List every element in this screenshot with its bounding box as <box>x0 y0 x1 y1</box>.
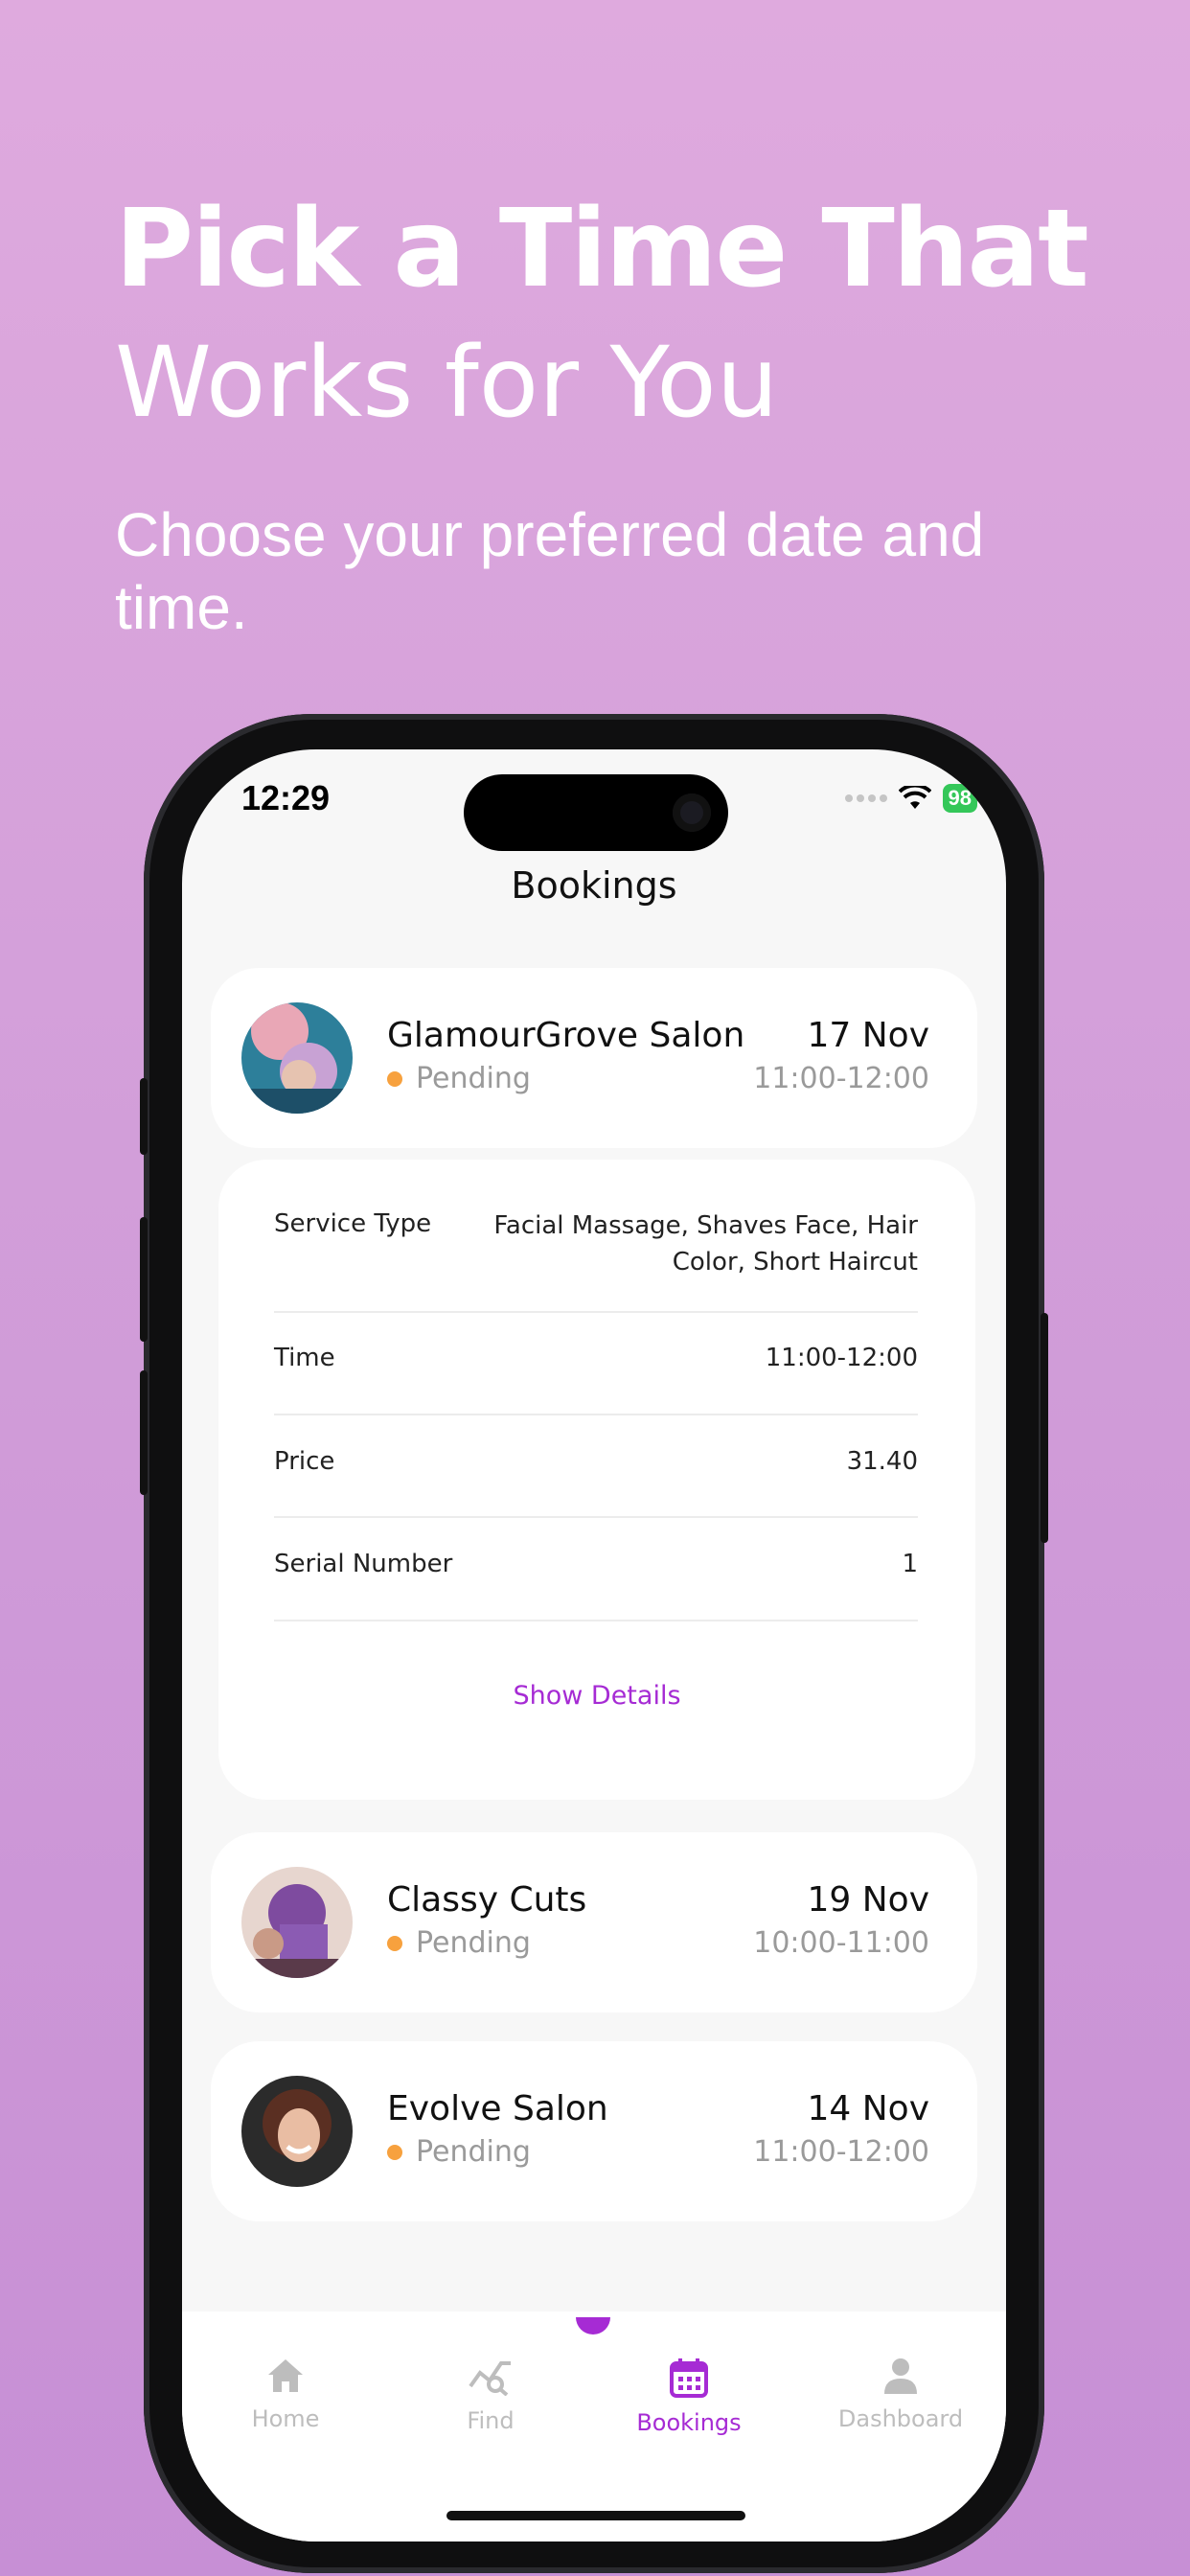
tab-label: Bookings <box>636 2409 742 2436</box>
status-label: Pending <box>416 2135 531 2169</box>
dynamic-island <box>464 774 728 851</box>
tab-label: Find <box>467 2407 515 2434</box>
marketing-subtitle: Choose your preferred date and time. <box>115 500 985 642</box>
booking-time: 10:00-11:00 <box>753 1926 929 1960</box>
salon-name: Evolve Salon <box>387 2089 608 2128</box>
detail-value: 1 <box>902 1550 918 1578</box>
detail-value-line-2: Color, Short Haircut <box>672 1248 918 1276</box>
salon-avatar <box>241 1867 353 1978</box>
tab-bookings[interactable]: Bookings <box>593 2358 785 2436</box>
phone-screen: 12:29 98 Bookings GlamourGrove Salon Pen… <box>182 749 1006 2542</box>
booking-card-evolve-salon[interactable]: Evolve Salon Pending 14 Nov 11:00-12:00 <box>211 2041 977 2221</box>
status-label: Pending <box>416 1062 531 1095</box>
booking-date: 17 Nov <box>807 1016 929 1055</box>
detail-row-time: Time 11:00-12:00 <box>274 1344 918 1372</box>
detail-value-line-1: Facial Massage, Shaves Face, Hair <box>493 1211 918 1240</box>
booking-time: 11:00-12:00 <box>753 1062 929 1095</box>
detail-label: Price <box>274 1447 335 1476</box>
home-indicator[interactable] <box>446 2511 745 2520</box>
detail-value: Facial Massage, Shaves Face, Hair Color,… <box>493 1208 918 1280</box>
phone-volume-up-button <box>140 1217 148 1342</box>
phone-power-button <box>1041 1313 1048 1543</box>
tab-dashboard[interactable]: Dashboard <box>805 2358 996 2432</box>
booking-date: 19 Nov <box>807 1880 929 1920</box>
headline-line-2: Works for You <box>115 326 779 440</box>
pending-dot-icon <box>387 2144 402 2160</box>
detail-label: Serial Number <box>274 1550 453 1578</box>
booking-status: Pending <box>387 1062 531 1095</box>
tab-home[interactable]: Home <box>190 2358 381 2432</box>
wifi-icon <box>898 786 931 809</box>
home-icon <box>268 2359 303 2392</box>
status-label: Pending <box>416 1926 531 1960</box>
divider <box>274 1414 918 1415</box>
detail-value: 11:00-12:00 <box>765 1344 918 1372</box>
detail-row-serial-number: Serial Number 1 <box>274 1550 918 1578</box>
phone-action-button <box>140 1078 148 1155</box>
booking-card-glamourgrove[interactable]: GlamourGrove Salon Pending 17 Nov 11:00-… <box>211 968 977 1148</box>
divider <box>274 1620 918 1622</box>
camera-icon <box>673 794 711 832</box>
booking-time: 11:00-12:00 <box>753 2135 929 2169</box>
status-indicators: 98 <box>844 784 977 813</box>
user-icon <box>884 2358 917 2394</box>
pending-dot-icon <box>387 1070 402 1087</box>
signal-icon <box>844 794 887 802</box>
tab-label: Dashboard <box>837 2405 964 2432</box>
phone-volume-down-button <box>140 1370 148 1495</box>
calendar-icon <box>670 2358 708 2398</box>
detail-value: 31.40 <box>846 1447 918 1476</box>
chart-search-icon <box>469 2361 511 2396</box>
bottom-tab-bar: Home Find Bookings Dashboard <box>182 2312 1006 2542</box>
salon-name: Classy Cuts <box>387 1880 587 1920</box>
detail-row-service-type: Service Type Facial Massage, Shaves Face… <box>274 1209 918 1280</box>
booking-card-classy-cuts[interactable]: Classy Cuts Pending 19 Nov 10:00-11:00 <box>211 1832 977 2012</box>
page-title: Bookings <box>511 864 677 907</box>
booking-date: 14 Nov <box>807 2089 929 2128</box>
divider <box>274 1516 918 1518</box>
headline-line-1: Pick a Time That <box>115 187 1089 311</box>
tab-find[interactable]: Find <box>395 2358 586 2434</box>
show-details-link[interactable]: Show Details <box>218 1681 975 1711</box>
divider <box>274 1311 918 1313</box>
detail-row-price: Price 31.40 <box>274 1447 918 1476</box>
booking-details-panel: Service Type Facial Massage, Shaves Face… <box>218 1160 975 1800</box>
active-tab-indicator <box>576 2317 610 2334</box>
booking-status: Pending <box>387 1926 531 1960</box>
detail-label: Time <box>274 1344 335 1372</box>
salon-name: GlamourGrove Salon <box>387 1016 745 1055</box>
booking-status: Pending <box>387 2135 531 2169</box>
tab-label: Home <box>251 2405 320 2432</box>
salon-avatar <box>241 2076 353 2187</box>
detail-label: Service Type <box>274 1209 432 1238</box>
marketing-headline: Pick a Time That Works for You <box>115 182 1089 450</box>
battery-icon: 98 <box>942 784 977 813</box>
pending-dot-icon <box>387 1935 402 1951</box>
salon-avatar <box>241 1002 353 1114</box>
status-time: 12:29 <box>241 778 331 817</box>
